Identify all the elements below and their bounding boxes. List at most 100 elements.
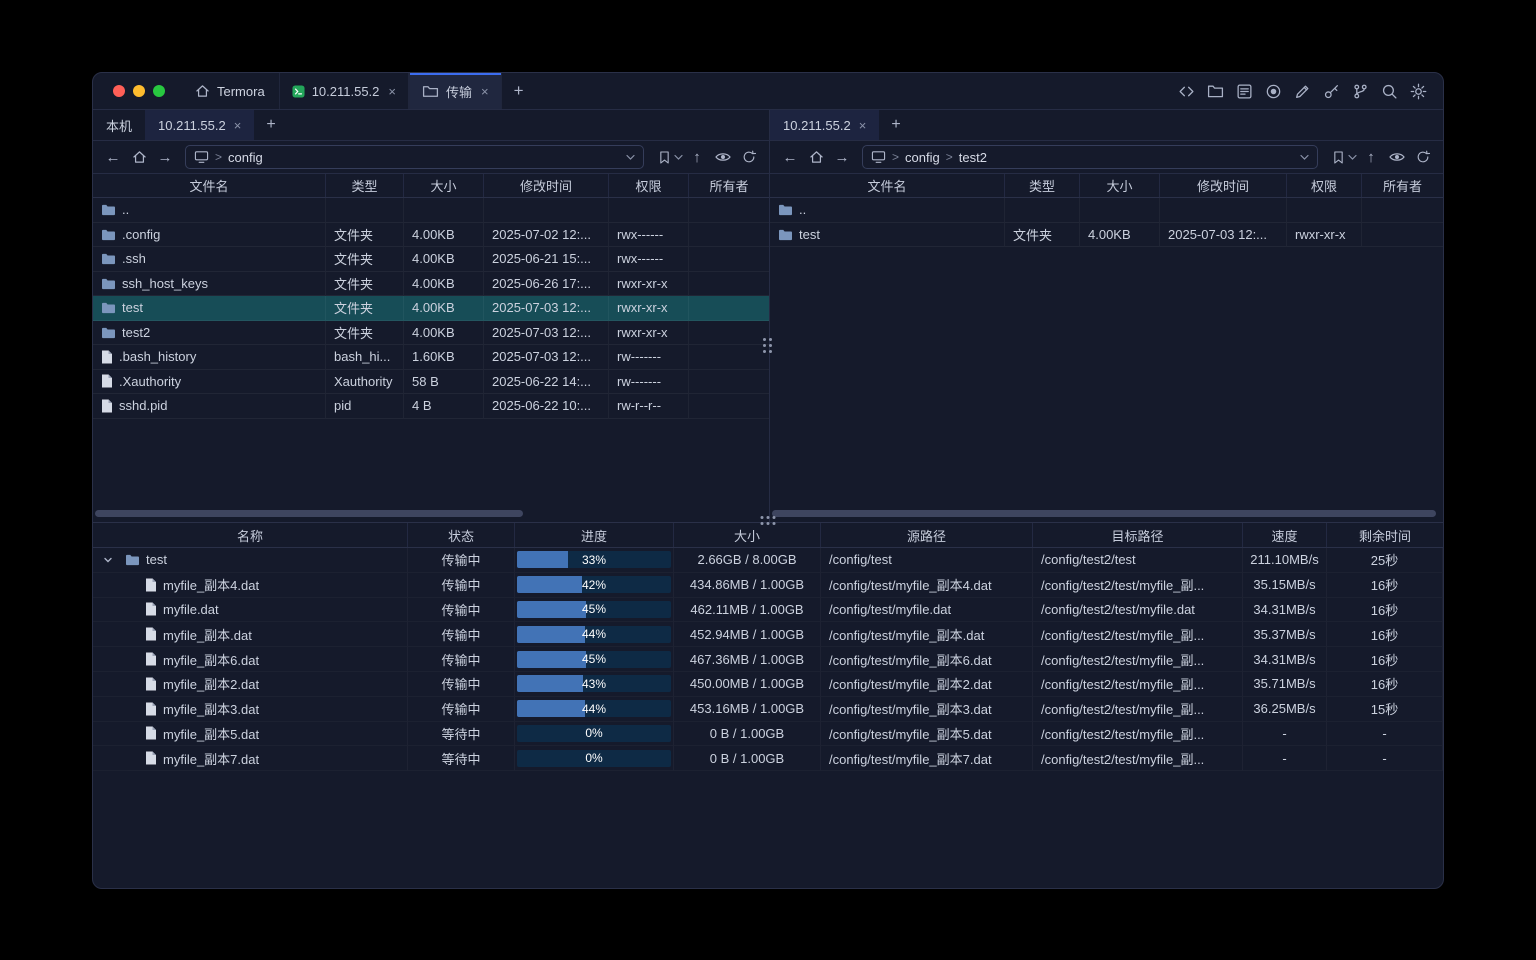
left-tab-local[interactable]: 本机 bbox=[93, 110, 145, 140]
zoom-window-button[interactable] bbox=[153, 85, 165, 97]
refresh-button[interactable] bbox=[737, 145, 761, 169]
column-header[interactable]: 目标路径 bbox=[1033, 523, 1243, 547]
transfer-progress-cell: 44% bbox=[515, 697, 674, 722]
file-type-cell: bash_hi... bbox=[326, 345, 404, 370]
bookmark-dropdown-icon[interactable] bbox=[674, 154, 683, 161]
horizontal-scrollbar[interactable] bbox=[95, 510, 523, 517]
column-header[interactable]: 所有者 bbox=[1362, 174, 1443, 197]
close-window-button[interactable] bbox=[113, 85, 125, 97]
folder-toolbar-button[interactable] bbox=[1203, 79, 1228, 104]
right-new-tab-button[interactable]: + bbox=[879, 110, 912, 140]
breadcrumb-segment[interactable]: config bbox=[228, 150, 263, 165]
file-row[interactable]: .config文件夹4.00KB2025-07-02 12:...rwx----… bbox=[93, 223, 769, 248]
file-row[interactable]: test文件夹4.00KB2025-07-03 12:...rwxr-xr-x bbox=[770, 223, 1443, 248]
new-tab-button[interactable]: + bbox=[502, 73, 536, 109]
column-header[interactable]: 权限 bbox=[1287, 174, 1362, 197]
transfer-table-header: 名称状态进度大小源路径目标路径速度剩余时间 bbox=[93, 523, 1443, 548]
left-new-tab-button[interactable]: + bbox=[254, 110, 287, 140]
forward-button[interactable]: → bbox=[153, 145, 177, 169]
transfer-row[interactable]: myfile_副本3.dat传输中44%453.16MB / 1.00GB/co… bbox=[93, 697, 1443, 722]
file-row[interactable]: test2文件夹4.00KB2025-07-03 12:...rwxr-xr-x bbox=[93, 321, 769, 346]
chevron-down-icon[interactable] bbox=[626, 154, 635, 161]
file-row[interactable]: test文件夹4.00KB2025-07-03 12:...rwxr-xr-x bbox=[93, 296, 769, 321]
show-hidden-button[interactable] bbox=[711, 145, 735, 169]
file-row[interactable]: .XauthorityXauthority58 B2025-06-22 14:.… bbox=[93, 370, 769, 395]
transfer-row[interactable]: myfile_副本7.dat等待中0%0 B / 1.00GB/config/t… bbox=[93, 746, 1443, 771]
app-home-tab[interactable]: Termora bbox=[181, 73, 279, 109]
chevron-down-icon[interactable] bbox=[1300, 154, 1309, 161]
horizontal-scrollbar[interactable] bbox=[772, 510, 1436, 517]
transfer-status-cell: 传输中 bbox=[408, 697, 515, 722]
bookmark-button[interactable] bbox=[1326, 145, 1350, 169]
column-header[interactable]: 速度 bbox=[1243, 523, 1327, 547]
back-button[interactable]: ← bbox=[778, 145, 802, 169]
column-header[interactable]: 权限 bbox=[609, 174, 689, 197]
column-header[interactable]: 大小 bbox=[674, 523, 821, 547]
file-row[interactable]: .. bbox=[770, 198, 1443, 223]
file-row[interactable]: .. bbox=[93, 198, 769, 223]
right-breadcrumb[interactable]: >config>test2 bbox=[862, 145, 1318, 169]
close-icon[interactable]: × bbox=[859, 119, 867, 132]
transfer-row[interactable]: myfile_副本4.dat传输中42%434.86MB / 1.00GB/co… bbox=[93, 573, 1443, 598]
code-button[interactable] bbox=[1174, 79, 1199, 104]
refresh-button[interactable] bbox=[1411, 145, 1435, 169]
file-name-cell: test bbox=[770, 223, 1005, 248]
column-header[interactable]: 状态 bbox=[408, 523, 515, 547]
column-header[interactable]: 文件名 bbox=[770, 174, 1005, 197]
transfer-row[interactable]: myfile_副本6.dat传输中45%467.36MB / 1.00GB/co… bbox=[93, 647, 1443, 672]
column-header[interactable]: 剩余时间 bbox=[1327, 523, 1443, 547]
up-button[interactable]: ↑ bbox=[685, 145, 709, 169]
home-button[interactable] bbox=[127, 145, 151, 169]
file-row[interactable]: sshd.pidpid4 B2025-06-22 10:...rw-r--r-- bbox=[93, 394, 769, 419]
right-tab-remote[interactable]: 10.211.55.2 × bbox=[770, 110, 879, 140]
column-header[interactable]: 名称 bbox=[93, 523, 408, 547]
column-header[interactable]: 所有者 bbox=[689, 174, 769, 197]
titlebar-tab-传输[interactable]: 传输× bbox=[409, 73, 502, 109]
column-header[interactable]: 进度 bbox=[515, 523, 674, 547]
show-hidden-button[interactable] bbox=[1385, 145, 1409, 169]
column-header[interactable]: 类型 bbox=[326, 174, 404, 197]
file-owner-cell bbox=[689, 370, 769, 395]
column-header[interactable]: 类型 bbox=[1005, 174, 1080, 197]
minimize-window-button[interactable] bbox=[133, 85, 145, 97]
horizontal-splitter-handle[interactable] bbox=[761, 516, 776, 525]
breadcrumb-segment[interactable]: config bbox=[905, 150, 940, 165]
column-header[interactable]: 大小 bbox=[1080, 174, 1160, 197]
tree-expand-toggle[interactable] bbox=[101, 555, 115, 565]
transfer-row[interactable]: myfile_副本5.dat等待中0%0 B / 1.00GB/config/t… bbox=[93, 722, 1443, 747]
transfer-row[interactable]: myfile.dat传输中45%462.11MB / 1.00GB/config… bbox=[93, 598, 1443, 623]
titlebar-tab-10.211.55.2[interactable]: 10.211.55.2× bbox=[279, 73, 409, 109]
home-button[interactable] bbox=[804, 145, 828, 169]
close-icon[interactable]: × bbox=[388, 85, 396, 98]
file-row[interactable]: .bash_historybash_hi...1.60KB2025-07-03 … bbox=[93, 345, 769, 370]
left-breadcrumb[interactable]: >config bbox=[185, 145, 644, 169]
up-button[interactable]: ↑ bbox=[1359, 145, 1383, 169]
vertical-splitter-handle[interactable] bbox=[763, 338, 772, 353]
column-header[interactable]: 文件名 bbox=[93, 174, 326, 197]
column-header[interactable]: 源路径 bbox=[821, 523, 1033, 547]
file-row[interactable]: .ssh文件夹4.00KB2025-06-21 15:...rwx------ bbox=[93, 247, 769, 272]
key-button[interactable] bbox=[1319, 79, 1344, 104]
column-header[interactable]: 修改时间 bbox=[1160, 174, 1287, 197]
edit-button[interactable] bbox=[1290, 79, 1315, 104]
column-header[interactable]: 修改时间 bbox=[484, 174, 609, 197]
column-header[interactable]: 大小 bbox=[404, 174, 484, 197]
file-owner-cell bbox=[689, 272, 769, 297]
file-row[interactable]: ssh_host_keys文件夹4.00KB2025-06-26 17:...r… bbox=[93, 272, 769, 297]
search-button[interactable] bbox=[1377, 79, 1402, 104]
bookmark-dropdown-icon[interactable] bbox=[1348, 154, 1357, 161]
settings-button[interactable] bbox=[1406, 79, 1431, 104]
transfer-row[interactable]: myfile_副本.dat传输中44%452.94MB / 1.00GB/con… bbox=[93, 622, 1443, 647]
close-icon[interactable]: × bbox=[234, 119, 242, 132]
transfer-row[interactable]: test传输中33%2.66GB / 8.00GB/config/test/co… bbox=[93, 548, 1443, 573]
forward-button[interactable]: → bbox=[830, 145, 854, 169]
log-button[interactable] bbox=[1232, 79, 1257, 104]
close-icon[interactable]: × bbox=[481, 85, 489, 98]
bookmark-button[interactable] bbox=[652, 145, 676, 169]
record-button[interactable] bbox=[1261, 79, 1286, 104]
branch-button[interactable] bbox=[1348, 79, 1373, 104]
back-button[interactable]: ← bbox=[101, 145, 125, 169]
breadcrumb-segment[interactable]: test2 bbox=[959, 150, 987, 165]
transfer-row[interactable]: myfile_副本2.dat传输中43%450.00MB / 1.00GB/co… bbox=[93, 672, 1443, 697]
left-tab-remote[interactable]: 10.211.55.2 × bbox=[145, 110, 254, 140]
